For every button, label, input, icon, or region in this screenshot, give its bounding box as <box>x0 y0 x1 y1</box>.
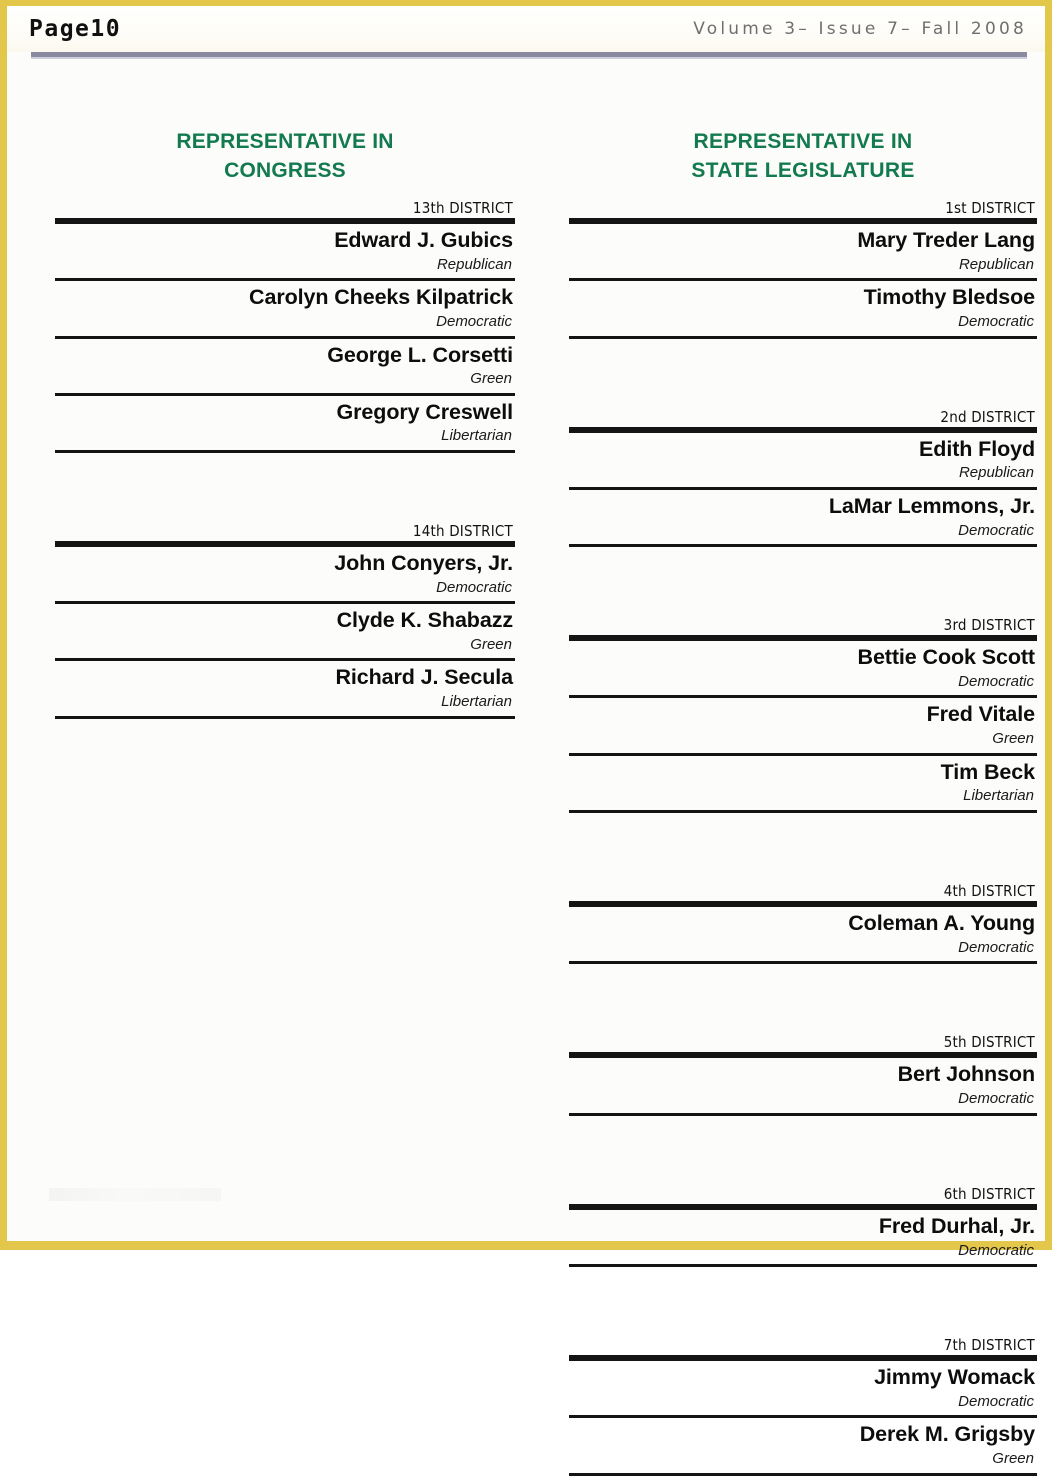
candidate-entry[interactable]: Coleman A. Young Democratic <box>569 907 1037 961</box>
ballot-columns: REPRESENTATIVE IN CONGRESS 13th DISTRICT E… <box>7 128 1045 1476</box>
candidate-name: Jimmy Womack <box>874 1365 1035 1390</box>
page-content-area: Page10 Volume 3– Issue 7– Fall 2008 REPR… <box>7 6 1045 1476</box>
candidate-entry[interactable]: Gregory Creswell Libertarian <box>55 396 515 450</box>
candidate-name: Mary Treder Lang <box>857 228 1035 253</box>
candidate-party: Green <box>470 370 512 388</box>
candidate-entry[interactable]: John Conyers, Jr. Democratic <box>55 547 515 601</box>
candidate-party: Republican <box>958 255 1034 273</box>
district-spacer <box>569 813 1037 883</box>
candidate-party: Democratic <box>958 313 1034 330</box>
district-label: 2nd DISTRICT <box>940 407 1035 426</box>
district-label: 6th DISTRICT <box>943 1184 1035 1203</box>
office-title: REPRESENTATIVE IN CONGRESS <box>176 130 394 182</box>
candidate-party: Democratic <box>958 938 1034 956</box>
issue-info: Volume 3– Issue 7– Fall 2008 <box>693 18 1027 39</box>
district-spacer <box>569 1116 1037 1186</box>
candidate-name: Bert Johnson <box>897 1062 1035 1087</box>
district-spacer <box>569 964 1037 1034</box>
candidate-entry[interactable]: Edward J. Gubics Republican <box>55 224 515 278</box>
candidate-divider-rule <box>55 715 515 719</box>
candidate-party: Democratic <box>436 313 512 330</box>
candidate-name: John Conyers, Jr. <box>334 551 513 576</box>
district-label: 5th DISTRICT <box>943 1033 1035 1052</box>
district-block: 13th DISTRICT Edward J. Gubics Republican C… <box>55 198 515 453</box>
district-spacer <box>569 339 1037 409</box>
candidate-name: Fred Vitale <box>926 702 1036 727</box>
district-block: 7th DISTRICT Jimmy Womack Democratic Derek … <box>569 1336 1037 1476</box>
ballot-page: Page10 Volume 3– Issue 7– Fall 2008 REPR… <box>0 0 1052 1476</box>
candidate-entry[interactable]: George L. Corsetti Green <box>55 339 515 393</box>
candidate-name: Derek M. Grigsby <box>859 1422 1035 1447</box>
candidate-party: Republican <box>958 464 1034 482</box>
candidate-name: Tim Beck <box>940 759 1036 784</box>
district-label: 4th DISTRICT <box>943 881 1035 900</box>
candidate-name: Fred Durhal, Jr. <box>878 1213 1035 1238</box>
page-number: Page10 <box>29 15 122 42</box>
candidate-name: Gregory Creswell <box>336 399 514 424</box>
candidate-name: Coleman A. Young <box>848 911 1035 936</box>
candidate-party: Democratic <box>958 1090 1034 1108</box>
candidate-name: LaMar Lemmons, Jr. <box>828 493 1035 518</box>
district-spacer <box>569 547 1037 617</box>
district-block: 2nd DISTRICT Edith Floyd Republican LaMar L… <box>569 407 1037 548</box>
office-title: REPRESENTATIVE IN STATE LEGISLATURE <box>691 130 915 182</box>
candidate-party: Republican <box>436 255 512 273</box>
candidate-entry[interactable]: Richard J. Secula Libertarian <box>55 661 515 715</box>
district-label: 1st DISTRICT <box>945 198 1035 217</box>
candidate-name: Bettie Cook Scott <box>857 645 1036 670</box>
candidate-entry[interactable]: Bettie Cook Scott Democratic <box>569 641 1037 695</box>
district-block: 5th DISTRICT Bert Johnson Democratic <box>569 1033 1037 1116</box>
candidate-name: Timothy Bledsoe <box>863 285 1035 310</box>
district-label: 13th DISTRICT <box>412 198 513 217</box>
district-spacer <box>55 453 515 523</box>
district-label: 3rd DISTRICT <box>943 616 1035 635</box>
candidate-name: Carolyn Cheeks Kilpatrick <box>249 285 513 310</box>
candidate-entry[interactable]: Clyde K. Shabazz Green <box>55 604 515 658</box>
candidate-name: Edith Floyd <box>919 436 1035 461</box>
district-block: 1st DISTRICT Mary Treder Lang Republican Ti… <box>569 198 1037 339</box>
candidate-party: Green <box>992 1450 1034 1468</box>
candidate-entry[interactable]: Fred Durhal, Jr. Democratic <box>569 1210 1037 1264</box>
candidate-party: Democratic <box>436 578 512 596</box>
candidate-entry[interactable]: Fred Vitale Green <box>569 698 1037 752</box>
candidate-entry[interactable]: Derek M. Grigsby Green <box>569 1418 1037 1472</box>
candidate-name: George L. Corsetti <box>327 342 513 367</box>
district-spacer <box>569 1267 1037 1337</box>
column-congress: REPRESENTATIVE IN CONGRESS 13th DISTRICT E… <box>55 128 515 719</box>
district-label: 14th DISTRICT <box>412 521 513 540</box>
district-label: 7th DISTRICT <box>943 1336 1035 1354</box>
candidate-entry[interactable]: Mary Treder Lang Republican <box>569 224 1037 278</box>
candidate-entry[interactable]: Timothy Bledsoe Democratic <box>569 281 1037 335</box>
page-header: Page10 Volume 3– Issue 7– Fall 2008 <box>7 6 1045 52</box>
candidate-name: Richard J. Secula <box>335 665 513 690</box>
candidate-party: Green <box>992 730 1034 748</box>
candidate-entry[interactable]: LaMar Lemmons, Jr. Democratic <box>569 490 1037 544</box>
candidate-party: Democratic <box>958 521 1034 539</box>
candidate-party: Democratic <box>958 1241 1034 1259</box>
candidate-name: Clyde K. Shabazz <box>336 608 514 633</box>
candidate-entry[interactable]: Carolyn Cheeks Kilpatrick Democratic <box>55 281 515 335</box>
district-block: 3rd DISTRICT Bettie Cook Scott Democratic F… <box>569 616 1037 813</box>
candidate-entry[interactable]: Tim Beck Libertarian <box>569 756 1037 810</box>
candidate-entry[interactable]: Jimmy Womack Democratic <box>569 1361 1037 1415</box>
candidate-divider-rule <box>569 1472 1037 1476</box>
candidate-party: Green <box>470 635 512 653</box>
candidate-entry[interactable]: Edith Floyd Republican <box>569 433 1037 487</box>
candidate-party: Democratic <box>958 1392 1034 1410</box>
candidate-party: Libertarian <box>963 787 1034 805</box>
district-block: 4th DISTRICT Coleman A. Young Democratic <box>569 881 1037 965</box>
candidate-name: Edward J. Gubics <box>334 228 513 253</box>
district-block: 6th DISTRICT Fred Durhal, Jr. Democratic <box>569 1184 1037 1267</box>
candidate-party: Libertarian <box>441 427 512 445</box>
candidate-entry[interactable]: Bert Johnson Democratic <box>569 1058 1037 1112</box>
column-state-legislature: REPRESENTATIVE IN STATE LEGISLATURE 1st D… <box>569 128 1037 1476</box>
candidate-party: Libertarian <box>441 693 512 711</box>
candidate-party: Democratic <box>958 672 1034 690</box>
district-block: 14th DISTRICT John Conyers, Jr. Democratic… <box>55 521 515 719</box>
header-divider <box>31 52 1027 59</box>
